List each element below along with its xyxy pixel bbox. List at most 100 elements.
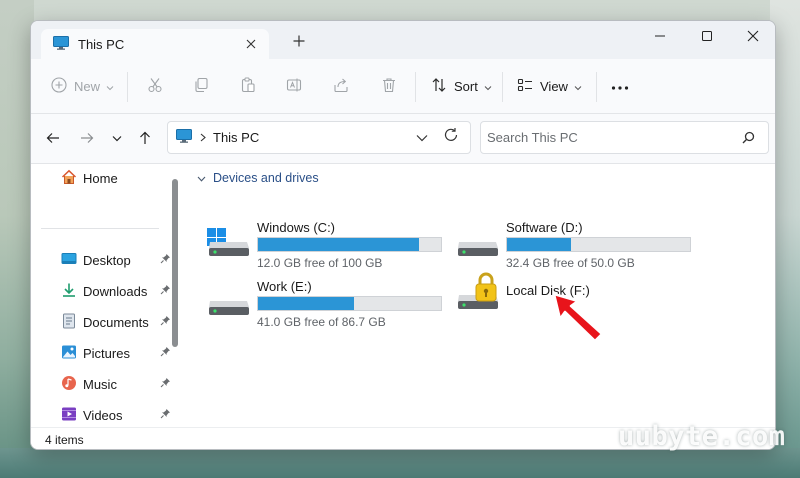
desktop-icon xyxy=(61,251,77,270)
forward-arrow-icon[interactable] xyxy=(77,128,97,148)
download-icon xyxy=(61,282,77,301)
pin-icon[interactable] xyxy=(160,253,171,267)
trash-icon xyxy=(381,77,397,96)
share-button[interactable] xyxy=(333,59,349,114)
view-button[interactable]: View xyxy=(517,59,582,114)
sidebar-item-documents[interactable]: Documents xyxy=(61,311,171,333)
section-title: Devices and drives xyxy=(213,171,319,185)
address-dropdown-chevron-icon[interactable] xyxy=(416,131,428,145)
new-button-label: New xyxy=(74,79,101,94)
title-bar: This PC xyxy=(31,21,775,59)
cut-button[interactable] xyxy=(147,59,163,114)
drive-name: Windows (C:) xyxy=(257,220,336,235)
navigation-pane: Home Desktop Downloads Documents Picture… xyxy=(31,164,187,427)
tab-label: This PC xyxy=(78,36,125,52)
sidebar-item-label: Videos xyxy=(83,407,123,423)
breadcrumb-this-pc[interactable]: This PC xyxy=(213,130,259,145)
breadcrumb-chevron-icon[interactable] xyxy=(200,131,206,145)
address-row: This PC xyxy=(31,114,775,164)
recent-locations-chevron-icon[interactable] xyxy=(107,128,127,148)
sidebar-item-downloads[interactable]: Downloads xyxy=(61,280,171,302)
drive-usage-bar xyxy=(506,237,691,252)
chevron-down-icon xyxy=(106,80,114,94)
locked-drive-icon xyxy=(456,269,500,312)
desktop-wallpaper-bottom xyxy=(0,448,800,478)
search-icon[interactable] xyxy=(742,131,755,147)
sidebar-scrollbar[interactable] xyxy=(172,179,178,347)
copy-button[interactable] xyxy=(193,59,209,114)
pin-icon[interactable] xyxy=(160,408,171,422)
drive-item[interactable]: Windows (C:) 12.0 GB free of 100 GB xyxy=(207,216,447,270)
desktop-wallpaper-left xyxy=(0,0,34,478)
new-tab-plus-icon[interactable] xyxy=(291,33,307,49)
annotation-arrow-icon xyxy=(552,292,604,343)
drive-usage-fill xyxy=(258,297,355,310)
pin-icon[interactable] xyxy=(160,377,171,391)
up-arrow-icon[interactable] xyxy=(135,128,155,148)
sidebar-item-label: Pictures xyxy=(83,345,130,361)
drive-usage-fill xyxy=(258,238,420,251)
add-circle-icon xyxy=(51,77,67,96)
pin-icon[interactable] xyxy=(160,315,171,329)
sidebar-item-label: Music xyxy=(83,376,117,392)
delete-button[interactable] xyxy=(381,59,397,114)
sidebar-item-music[interactable]: Music xyxy=(61,373,171,395)
sidebar-item-label: Home xyxy=(83,170,118,186)
section-header-devices[interactable]: Devices and drives xyxy=(197,171,319,185)
paste-icon xyxy=(240,77,256,96)
new-button[interactable]: New xyxy=(51,59,114,114)
copy-icon xyxy=(193,77,209,96)
toolbar-divider xyxy=(127,72,128,102)
content-pane: Devices and drives Windows (C:) 12.0 GB … xyxy=(187,164,775,427)
home-icon xyxy=(61,169,77,188)
sidebar-item-pictures[interactable]: Pictures xyxy=(61,342,171,364)
more-options-button[interactable] xyxy=(611,59,629,114)
sort-icon xyxy=(431,77,447,96)
pin-icon[interactable] xyxy=(160,284,171,298)
rename-button[interactable] xyxy=(286,59,302,114)
sidebar-item-label: Desktop xyxy=(83,252,131,268)
maximize-icon[interactable] xyxy=(692,27,722,45)
minimize-icon[interactable] xyxy=(645,27,675,45)
tab-close-icon[interactable] xyxy=(243,36,259,52)
sidebar-item-desktop[interactable]: Desktop xyxy=(61,249,171,271)
paste-button[interactable] xyxy=(240,59,256,114)
search-box[interactable] xyxy=(480,121,769,154)
pin-icon[interactable] xyxy=(160,346,171,360)
file-explorer-window: This PC New Sort View This PC Search Thi… xyxy=(30,20,776,450)
refresh-icon[interactable] xyxy=(443,127,459,146)
sidebar-item-home[interactable]: Home xyxy=(61,167,171,189)
sidebar-item-videos[interactable]: Videos xyxy=(61,404,171,426)
hard-drive-icon xyxy=(456,228,500,259)
sort-button[interactable]: Sort xyxy=(431,59,492,114)
drive-free-space: 32.4 GB free of 50.0 GB xyxy=(506,256,635,270)
chevron-down-icon xyxy=(197,171,206,185)
video-icon xyxy=(61,406,77,425)
share-icon xyxy=(333,77,349,96)
command-bar: New Sort View xyxy=(31,59,775,114)
sidebar-item-label: Downloads xyxy=(83,283,148,299)
drive-usage-bar xyxy=(257,237,442,252)
search-input[interactable] xyxy=(487,130,727,145)
drive-item[interactable]: Work (E:) 41.0 GB free of 86.7 GB xyxy=(207,275,447,329)
toolbar-divider xyxy=(502,72,503,102)
toolbar-divider xyxy=(415,72,416,102)
view-icon xyxy=(517,77,533,96)
windows-drive-icon xyxy=(207,228,251,259)
close-icon[interactable] xyxy=(738,27,768,45)
address-bar[interactable]: This PC xyxy=(167,121,471,154)
watermark: uubyte.com xyxy=(618,421,786,452)
this-pc-icon xyxy=(53,35,69,53)
hard-drive-icon xyxy=(207,287,251,318)
document-icon xyxy=(61,313,77,332)
rename-icon xyxy=(286,77,302,96)
tab-this-pc[interactable]: This PC xyxy=(41,29,269,59)
sidebar-divider xyxy=(41,228,159,229)
toolbar-divider xyxy=(596,72,597,102)
this-pc-icon xyxy=(176,129,192,146)
drive-item[interactable]: Software (D:) 32.4 GB free of 50.0 GB xyxy=(456,216,696,270)
chevron-down-icon xyxy=(484,80,492,94)
music-icon xyxy=(61,375,77,394)
sidebar-item-label: Documents xyxy=(83,314,149,330)
back-arrow-icon[interactable] xyxy=(43,128,63,148)
